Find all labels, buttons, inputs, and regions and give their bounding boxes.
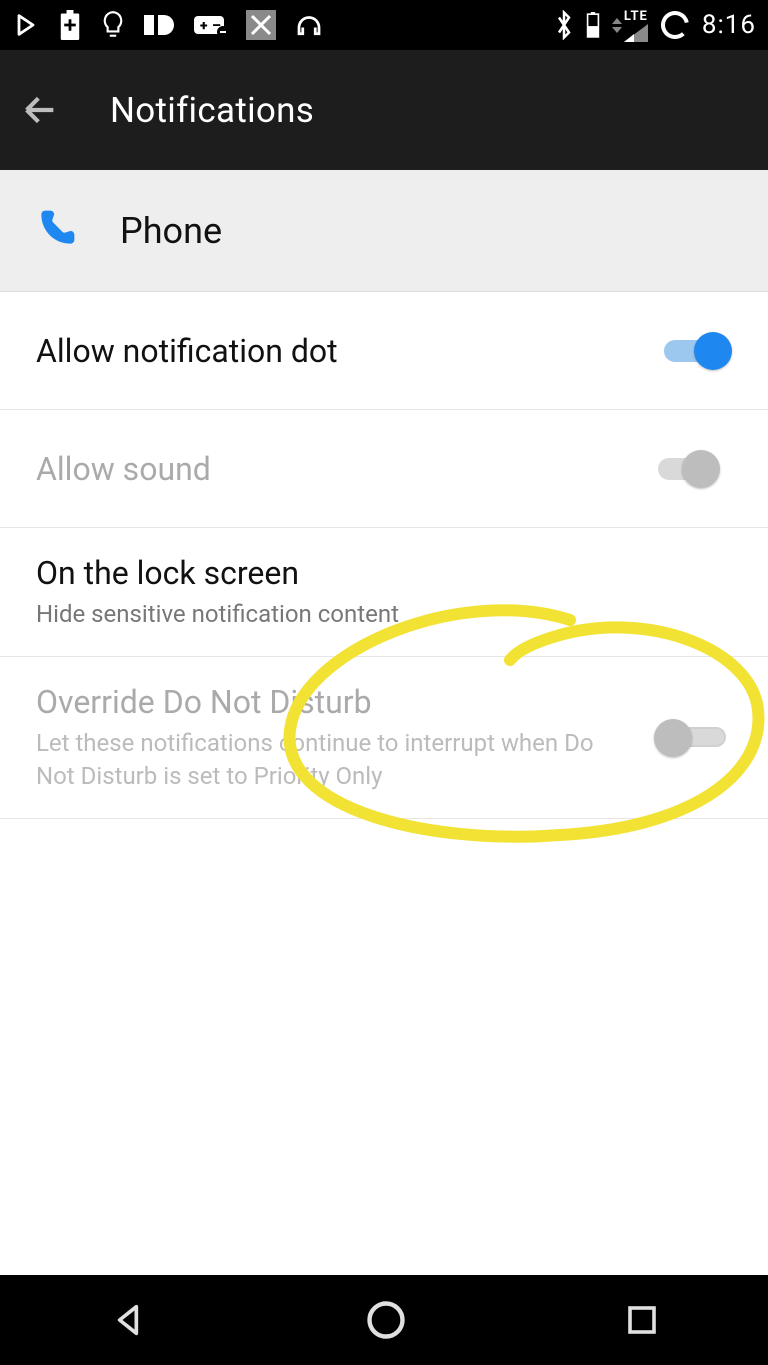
status-right-icons: LTE 8:16	[554, 9, 756, 42]
row-subtitle: Let these notifications continue to inte…	[36, 727, 634, 792]
app-header-row[interactable]: Phone	[0, 170, 768, 292]
phone-icon	[34, 207, 78, 255]
row-override-dnd: Override Do Not Disturb Let these notifi…	[0, 657, 768, 819]
headphones-icon	[294, 10, 324, 40]
x-box-icon	[246, 10, 276, 40]
nav-back-button[interactable]	[108, 1300, 148, 1340]
loading-ring-icon	[660, 10, 690, 40]
battery-plus-icon	[58, 10, 82, 40]
nav-home-button[interactable]	[364, 1298, 408, 1342]
bulb-icon	[100, 10, 126, 40]
settings-list: Allow notification dot Allow sound On th…	[0, 292, 768, 819]
play-icon	[12, 11, 40, 39]
row-title: On the lock screen	[36, 554, 712, 592]
row-title: Override Do Not Disturb	[36, 683, 634, 721]
back-button[interactable]	[20, 90, 60, 130]
row-lock-screen[interactable]: On the lock screen Hide sensitive notifi…	[0, 528, 768, 657]
row-allow-sound: Allow sound	[0, 410, 768, 528]
bluetooth-icon	[554, 10, 574, 40]
row-allow-notification-dot[interactable]: Allow notification dot	[0, 292, 768, 410]
status-time: 8:16	[702, 10, 756, 40]
switch-allow-notification-dot[interactable]	[654, 330, 732, 372]
id-icon	[144, 13, 176, 37]
nav-recent-button[interactable]	[624, 1302, 660, 1338]
app-bar: Notifications	[0, 50, 768, 170]
battery-small-icon	[586, 12, 600, 38]
status-left-icons: +–	[12, 10, 324, 40]
row-title: Allow sound	[36, 450, 634, 488]
signal-lte-icon: LTE	[612, 9, 648, 42]
app-header-label: Phone	[120, 210, 222, 252]
svg-text:+: +	[200, 18, 208, 34]
navigation-bar	[0, 1275, 768, 1365]
row-subtitle: Hide sensitive notification content	[36, 598, 712, 630]
lte-label: LTE	[624, 9, 648, 24]
row-title: Allow notification dot	[36, 332, 634, 370]
gamepad-plus-icon: +–	[194, 12, 228, 38]
status-bar: +– LTE 8:16	[0, 0, 768, 50]
switch-override-dnd	[654, 717, 732, 759]
page-title: Notifications	[110, 90, 314, 131]
switch-allow-sound	[654, 448, 732, 490]
